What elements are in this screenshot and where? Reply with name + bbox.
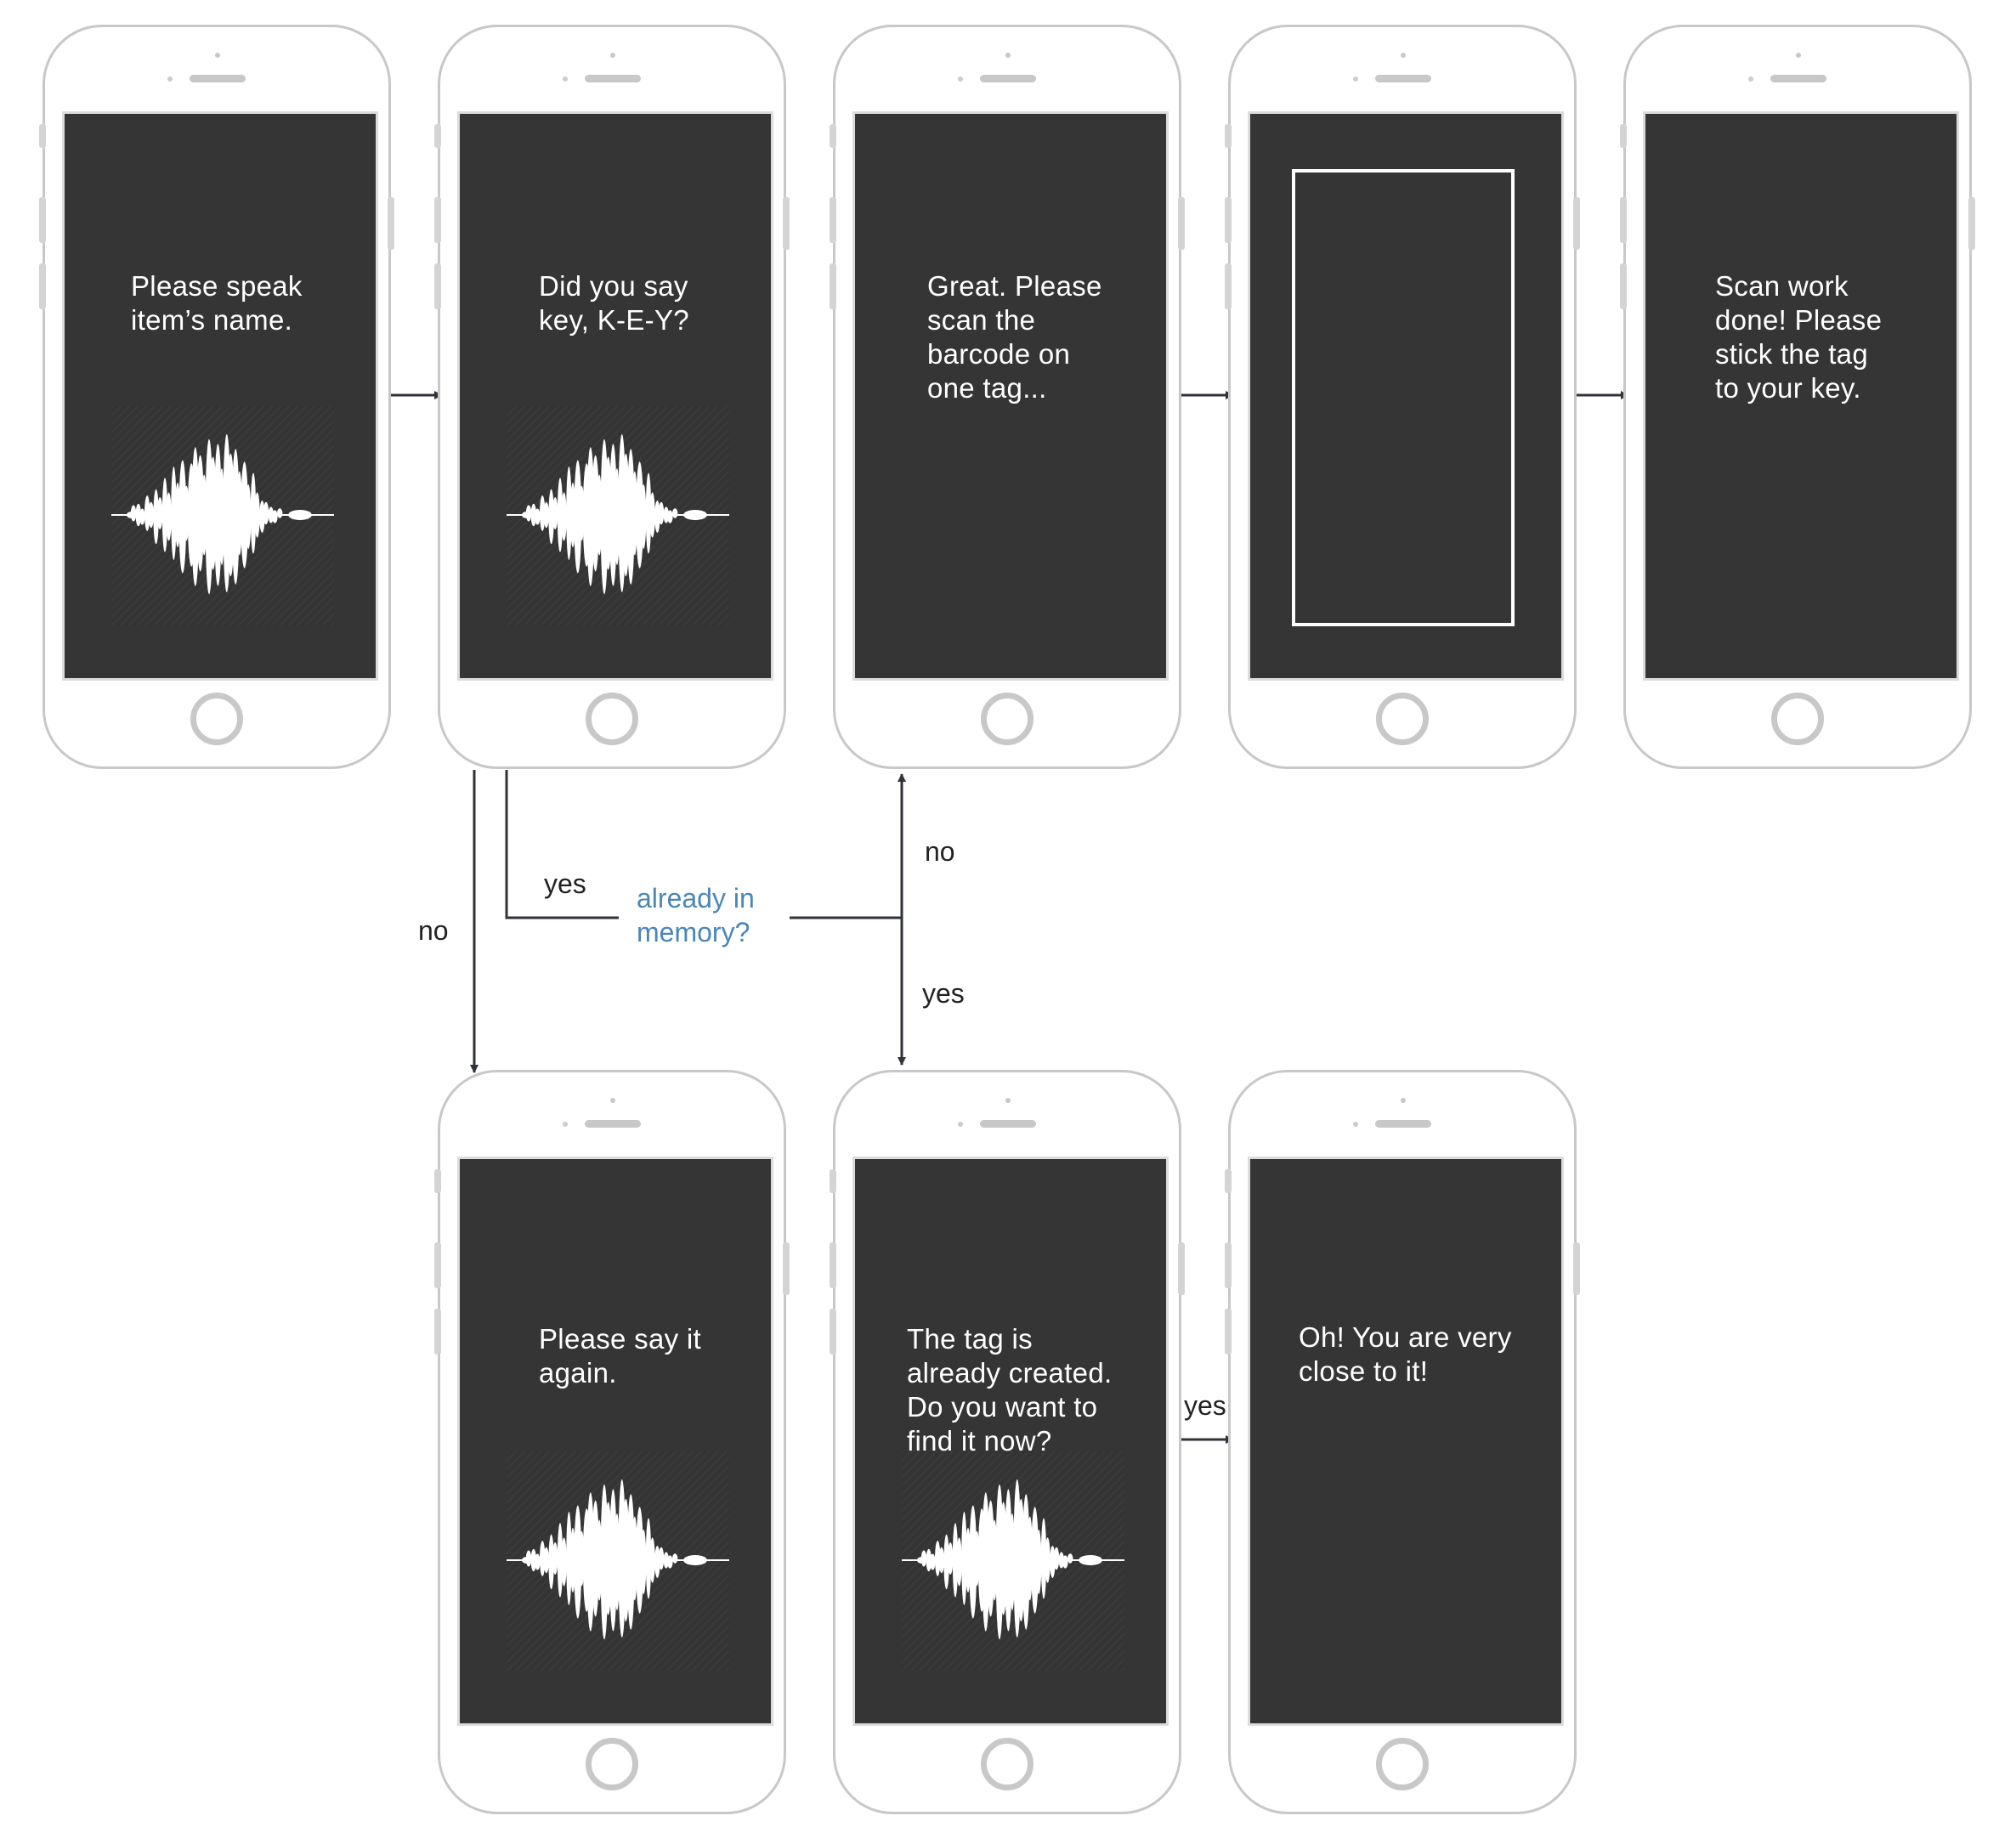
screen-message: The tag is already created. Do you want … xyxy=(907,1323,1113,1457)
speaker-grille xyxy=(585,1120,641,1128)
phone-confirm: Did you say key, K-E-Y? xyxy=(434,25,790,769)
screen-message: Please speak item’s name. xyxy=(131,270,303,336)
screen-message: Great. Please scan the barcode on one ta… xyxy=(927,270,1102,404)
speaker-grille xyxy=(1375,75,1431,82)
waveform-icon xyxy=(902,1451,1124,1671)
phone-speak: Please speak item’s name. xyxy=(39,25,394,769)
screen-message: Scan work done! Please stick the tag to … xyxy=(1715,270,1883,404)
phone-close: Oh! You are very close to it! xyxy=(1225,1070,1580,1814)
screen-speak: Please speak item’s name. xyxy=(62,111,378,681)
speaker-grille xyxy=(980,1120,1036,1128)
home-button[interactable] xyxy=(981,1738,1033,1790)
flow-diagram: no yes already in memory? no yes yes Ple… xyxy=(0,0,2016,1844)
home-button[interactable] xyxy=(981,693,1033,745)
screen-message: Oh! You are very close to it! xyxy=(1299,1321,1512,1387)
speaker-grille xyxy=(190,75,246,82)
screen-message: Did you say key, K-E-Y? xyxy=(539,270,689,336)
label-no-up: no xyxy=(925,836,955,867)
label-yes-left: yes xyxy=(544,868,586,899)
screen-already-created: The tag is already created. Do you want … xyxy=(852,1157,1169,1726)
waveform-icon xyxy=(507,1451,729,1671)
label-yes-down: yes xyxy=(922,978,965,1009)
speaker-grille xyxy=(1375,1120,1431,1128)
home-button[interactable] xyxy=(586,693,638,745)
screen-scanner xyxy=(1248,111,1564,681)
barcode-scan-frame xyxy=(1292,169,1515,626)
phone-scan-done: Scan work done! Please stick the tag to … xyxy=(1620,25,1975,769)
home-button[interactable] xyxy=(1376,693,1429,745)
waveform-icon xyxy=(111,406,334,625)
phone-already-created: The tag is already created. Do you want … xyxy=(830,1070,1185,1814)
home-button[interactable] xyxy=(586,1738,638,1790)
screen-scan-done: Scan work done! Please stick the tag to … xyxy=(1643,111,1959,681)
screen-close: Oh! You are very close to it! xyxy=(1248,1157,1564,1726)
screen-message: Please say it again. xyxy=(539,1323,701,1389)
home-button[interactable] xyxy=(1376,1738,1429,1790)
phone-say-again: Please say it again. xyxy=(434,1070,790,1814)
phone-scan-prompt: Great. Please scan the barcode on one ta… xyxy=(830,25,1185,769)
screen-say-again: Please say it again. xyxy=(457,1157,773,1726)
home-button[interactable] xyxy=(190,693,243,745)
screen-confirm: Did you say key, K-E-Y? xyxy=(457,111,773,681)
screen-scan-prompt: Great. Please scan the barcode on one ta… xyxy=(852,111,1169,681)
waveform-icon xyxy=(507,406,729,625)
home-button[interactable] xyxy=(1771,693,1824,745)
label-no-left: no xyxy=(418,915,449,946)
label-yes-bottom: yes xyxy=(1184,1390,1226,1421)
speaker-grille xyxy=(1770,75,1826,82)
phone-scanner xyxy=(1225,25,1580,769)
question-already-in-memory: already in memory? xyxy=(637,883,755,947)
speaker-grille xyxy=(980,75,1036,82)
speaker-grille xyxy=(585,75,641,82)
